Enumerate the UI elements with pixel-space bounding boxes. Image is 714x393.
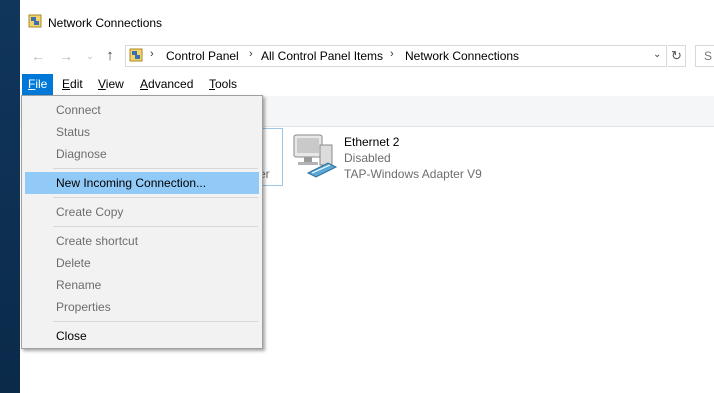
- file-menu-dropdown: Connect Status Diagnose New Incoming Con…: [21, 95, 263, 349]
- menu-advanced-mnemonic: A: [140, 77, 149, 91]
- menu-separator: [53, 197, 258, 198]
- adapter-name[interactable]: Ethernet 2: [344, 135, 399, 149]
- menu-item-connect[interactable]: Connect: [25, 99, 259, 121]
- window-title: Network Connections: [48, 16, 163, 30]
- menu-view-label: iew: [105, 77, 124, 91]
- refresh-icon[interactable]: ↻: [668, 45, 686, 67]
- menu-item-create-copy[interactable]: Create Copy: [25, 201, 259, 223]
- up-arrow-icon[interactable]: ↑: [102, 48, 118, 64]
- menu-file-label: ile: [35, 77, 48, 91]
- adapter-device: TAP-Windows Adapter V9: [344, 167, 482, 181]
- menu-view-mnemonic: V: [98, 77, 106, 91]
- menu-edit[interactable]: Edit: [56, 74, 89, 95]
- control-panel-icon: [129, 48, 143, 62]
- menu-item-status[interactable]: Status: [25, 121, 259, 143]
- menu-item-delete[interactable]: Delete: [25, 252, 259, 274]
- breadcrumb-control-panel[interactable]: Control Panel: [166, 49, 239, 63]
- menu-advanced[interactable]: Advanced: [134, 74, 199, 95]
- address-dropdown-chevron-icon[interactable]: ⌄: [653, 49, 661, 60]
- breadcrumb-all-control-panel-items[interactable]: All Control Panel Items: [261, 49, 383, 63]
- menu-item-properties[interactable]: Properties: [25, 296, 259, 318]
- menu-separator: [53, 226, 258, 227]
- menu-view[interactable]: View: [92, 74, 130, 95]
- menu-separator: [53, 321, 258, 322]
- menu-tools[interactable]: Tools: [203, 74, 243, 95]
- breadcrumb-separator-icon[interactable]: ›: [249, 48, 253, 60]
- breadcrumb-separator-icon[interactable]: ›: [390, 48, 394, 60]
- menu-item-diagnose[interactable]: Diagnose: [25, 143, 259, 165]
- menu-file[interactable]: File: [22, 74, 54, 95]
- back-arrow-icon[interactable]: ←: [30, 48, 46, 64]
- menu-bar: File Edit View Advanced Tools: [20, 74, 714, 95]
- desktop-background: [0, 0, 20, 393]
- breadcrumb-network-connections[interactable]: Network Connections: [405, 49, 519, 63]
- network-connections-app-icon: [28, 14, 42, 28]
- menu-item-create-shortcut[interactable]: Create shortcut: [25, 230, 259, 252]
- menu-item-rename[interactable]: Rename: [25, 274, 259, 296]
- menu-edit-label: dit: [70, 77, 83, 91]
- menu-separator: [53, 168, 258, 169]
- forward-arrow-icon[interactable]: →: [58, 48, 74, 64]
- network-adapter-icon[interactable]: [290, 133, 340, 181]
- address-bar[interactable]: › Control Panel › All Control Panel Item…: [125, 45, 667, 67]
- adapter-status: Disabled: [344, 151, 391, 165]
- menu-tools-label: ools: [215, 77, 238, 91]
- menu-edit-mnemonic: E: [62, 77, 71, 91]
- menu-item-close[interactable]: Close: [25, 325, 259, 347]
- search-input[interactable]: S: [695, 45, 714, 67]
- recent-locations-chevron-icon[interactable]: ⌄: [82, 48, 98, 64]
- menu-advanced-label: dvanced: [148, 77, 194, 91]
- title-bar: Network Connections: [20, 0, 714, 44]
- menu-item-new-incoming-connection[interactable]: New Incoming Connection...: [25, 172, 259, 194]
- search-placeholder: S: [704, 49, 713, 63]
- breadcrumb-separator-icon[interactable]: ›: [150, 48, 154, 60]
